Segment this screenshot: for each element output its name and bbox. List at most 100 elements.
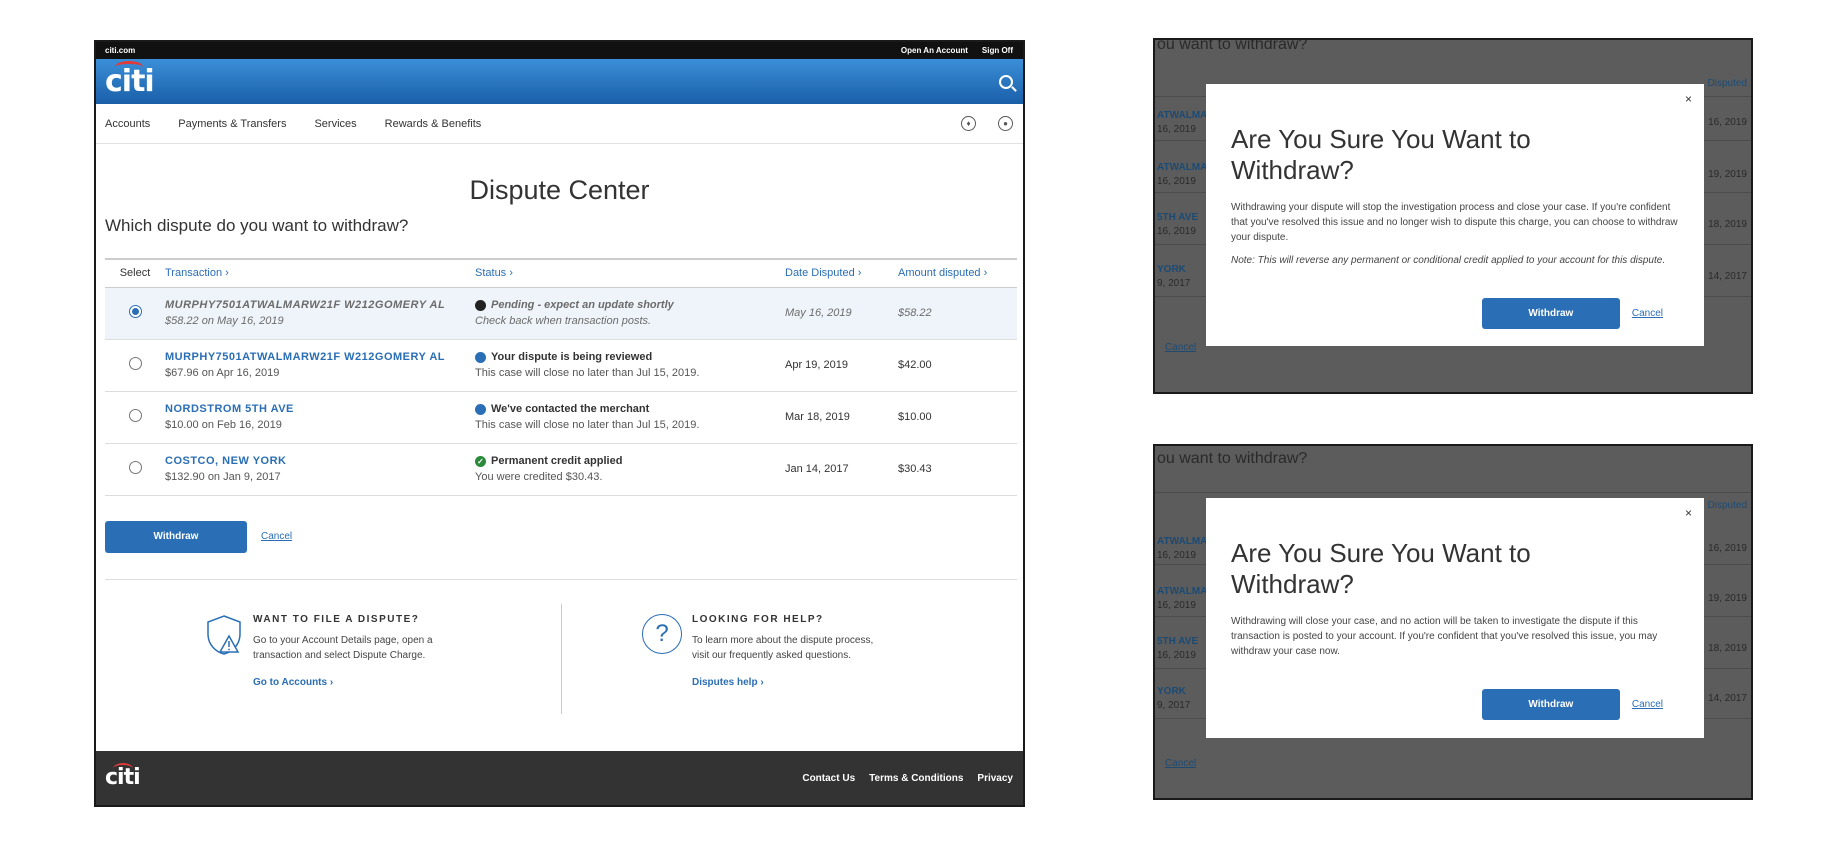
bg-row-right: 14, 2017 <box>1708 271 1747 282</box>
file-dispute-title: WANT TO FILE A DISPUTE? <box>253 613 420 625</box>
col-transaction[interactable]: Transaction › <box>165 259 475 288</box>
site-link[interactable]: citi.com <box>105 46 135 55</box>
bg-row-date: 9, 2017 <box>1157 278 1191 289</box>
open-account-link[interactable]: Open An Account <box>901 46 968 55</box>
bg-row-date: 16, 2019 <box>1157 176 1196 187</box>
withdraw-modal-panel-2: ou want to withdraw? Disputed ATWALMA 16… <box>1153 444 1753 800</box>
status-dot-icon <box>475 351 486 363</box>
page-question: Which dispute do you want to withdraw? <box>105 216 409 235</box>
table-row[interactable]: MURPHY7501ATWALMARW21F W212GOMERY AL $58.… <box>105 287 1017 340</box>
bg-row-right: 18, 2019 <box>1708 643 1747 654</box>
page-footer: citi Contact Us Terms & Conditions Priva… <box>96 751 1023 805</box>
transaction-detail: $10.00 on Feb 16, 2019 <box>165 419 282 431</box>
bg-row-date: 16, 2019 <box>1157 124 1196 135</box>
status-title: Permanent credit applied <box>491 455 623 467</box>
table-row[interactable]: COSTCO, NEW YORK $132.90 on Jan 9, 2017 ✓… <box>105 443 1017 496</box>
nav-rewards-benefits[interactable]: Rewards & Benefits <box>385 118 482 130</box>
status-detail: This case will close no later than Jul 1… <box>475 367 700 379</box>
bg-row-right: 16, 2019 <box>1708 117 1747 128</box>
bg-row-name: ATWALMA <box>1157 536 1208 547</box>
status-detail: You were credited $30.43. <box>475 471 603 483</box>
transaction-detail: $67.96 on Apr 16, 2019 <box>165 367 280 379</box>
footer-citi-logo[interactable]: citi <box>105 763 141 789</box>
close-icon[interactable]: × <box>1685 92 1692 106</box>
amount-disputed: $42.00 <box>898 339 1017 392</box>
select-radio[interactable] <box>128 409 142 422</box>
disputes-help-link[interactable]: Disputes help › <box>692 677 892 688</box>
question-icon: ? <box>642 613 682 654</box>
bg-row-date: 16, 2019 <box>1157 550 1196 561</box>
select-radio[interactable] <box>128 357 142 370</box>
bg-row-name: ATWALMA <box>1157 586 1208 597</box>
dialog-body: Withdrawing your dispute will stop the i… <box>1231 202 1678 243</box>
dialog-body: Withdrawing will close your case, and no… <box>1231 616 1658 657</box>
transaction-detail: $132.90 on Jan 9, 2017 <box>165 471 281 483</box>
page-title: Dispute Center <box>469 175 650 205</box>
col-status[interactable]: Status › <box>475 259 785 288</box>
cancel-link[interactable]: Cancel <box>261 531 292 542</box>
go-to-accounts-link[interactable]: Go to Accounts › <box>253 677 453 688</box>
notification-icon[interactable]: ♦ <box>961 116 976 131</box>
section-divider <box>105 578 1017 580</box>
select-radio[interactable] <box>128 461 142 474</box>
transaction-name[interactable]: COSTCO, NEW YORK <box>165 455 475 467</box>
select-radio[interactable] <box>128 305 142 318</box>
bg-row-name: 5TH AVE <box>1157 636 1199 647</box>
terms-link[interactable]: Terms & Conditions <box>869 773 963 784</box>
bg-row-right: 18, 2019 <box>1708 219 1747 230</box>
nav-services[interactable]: Services <box>314 118 356 130</box>
withdraw-button[interactable]: Withdraw <box>105 520 247 553</box>
withdraw-button[interactable]: Withdraw <box>1481 689 1620 720</box>
sign-off-link[interactable]: Sign Off <box>982 46 1013 55</box>
cancel-link[interactable]: Cancel <box>1632 308 1663 319</box>
bg-row-right: 14, 2017 <box>1708 693 1747 704</box>
nav-payments-transfers[interactable]: Payments & Transfers <box>178 118 286 130</box>
shield-warning-icon <box>207 614 241 655</box>
bg-row-name: YORK <box>1157 686 1186 697</box>
nav-accounts[interactable]: Accounts <box>105 118 150 130</box>
profile-icon[interactable]: ● <box>998 116 1013 131</box>
status-detail: This case will close no later than Jul 1… <box>475 419 700 431</box>
check-icon: ✓ <box>475 455 486 467</box>
table-row[interactable]: MURPHY7501ATWALMARW21F W212GOMERY AL $67.… <box>105 339 1017 392</box>
transaction-name[interactable]: MURPHY7501ATWALMARW21F W212GOMERY AL <box>165 299 475 311</box>
amount-disputed: $58.22 <box>898 287 1017 340</box>
bg-header: Disputed <box>1707 500 1747 511</box>
dispute-center-page: citi.com Open An Account Sign Off citi A… <box>94 40 1025 807</box>
dispute-table: Select Transaction › Status › Date Dispu… <box>105 258 1017 496</box>
status-dot-icon <box>475 299 486 311</box>
brand-header: citi <box>96 59 1023 104</box>
bg-row-name: 5TH AVE <box>1157 212 1199 223</box>
citi-logo[interactable]: citi <box>105 60 155 97</box>
privacy-link[interactable]: Privacy <box>977 773 1013 784</box>
bg-row-date: 16, 2019 <box>1157 226 1196 237</box>
bg-row-date: 16, 2019 <box>1157 600 1196 611</box>
looking-help-title: LOOKING FOR HELP? <box>692 613 824 625</box>
status-title: We've contacted the merchant <box>491 403 650 415</box>
main-nav: Accounts Payments & Transfers Services R… <box>96 104 1023 144</box>
withdraw-button[interactable]: Withdraw <box>1481 298 1620 329</box>
date-disputed: Mar 18, 2019 <box>785 391 898 444</box>
bg-row-date: 16, 2019 <box>1157 650 1196 661</box>
bg-row-name: YORK <box>1157 264 1186 275</box>
confirm-withdraw-dialog: × Are You Sure You Want to Withdraw? Wit… <box>1206 498 1704 738</box>
table-row[interactable]: NORDSTROM 5TH AVE $10.00 on Feb 16, 2019 … <box>105 391 1017 444</box>
file-dispute-block: WANT TO FILE A DISPUTE? Go to your Accou… <box>105 604 561 714</box>
status-title: Pending - expect an update shortly <box>491 299 674 311</box>
transaction-name[interactable]: NORDSTROM 5TH AVE <box>165 403 475 415</box>
bg-row-right: 16, 2019 <box>1708 543 1747 554</box>
contact-us-link[interactable]: Contact Us <box>802 773 855 784</box>
transaction-name[interactable]: MURPHY7501ATWALMARW21F W212GOMERY AL <box>165 351 475 363</box>
col-date-disputed[interactable]: Date Disputed › <box>785 259 898 288</box>
search-icon[interactable] <box>999 74 1013 89</box>
close-icon[interactable]: × <box>1685 506 1692 520</box>
bg-row-date: 9, 2017 <box>1157 700 1191 711</box>
status-detail: Check back when transaction posts. <box>475 315 652 327</box>
cancel-link[interactable]: Cancel <box>1632 699 1663 710</box>
bg-row-name: ATWALMA <box>1157 162 1208 173</box>
bg-question: ou want to withdraw? <box>1157 450 1308 467</box>
status-dot-icon <box>475 403 486 415</box>
looking-help-block: ? LOOKING FOR HELP? To learn more about … <box>561 603 1017 714</box>
col-amount-disputed[interactable]: Amount disputed › <box>898 259 1017 288</box>
form-actions: Withdraw Cancel <box>105 520 1023 553</box>
